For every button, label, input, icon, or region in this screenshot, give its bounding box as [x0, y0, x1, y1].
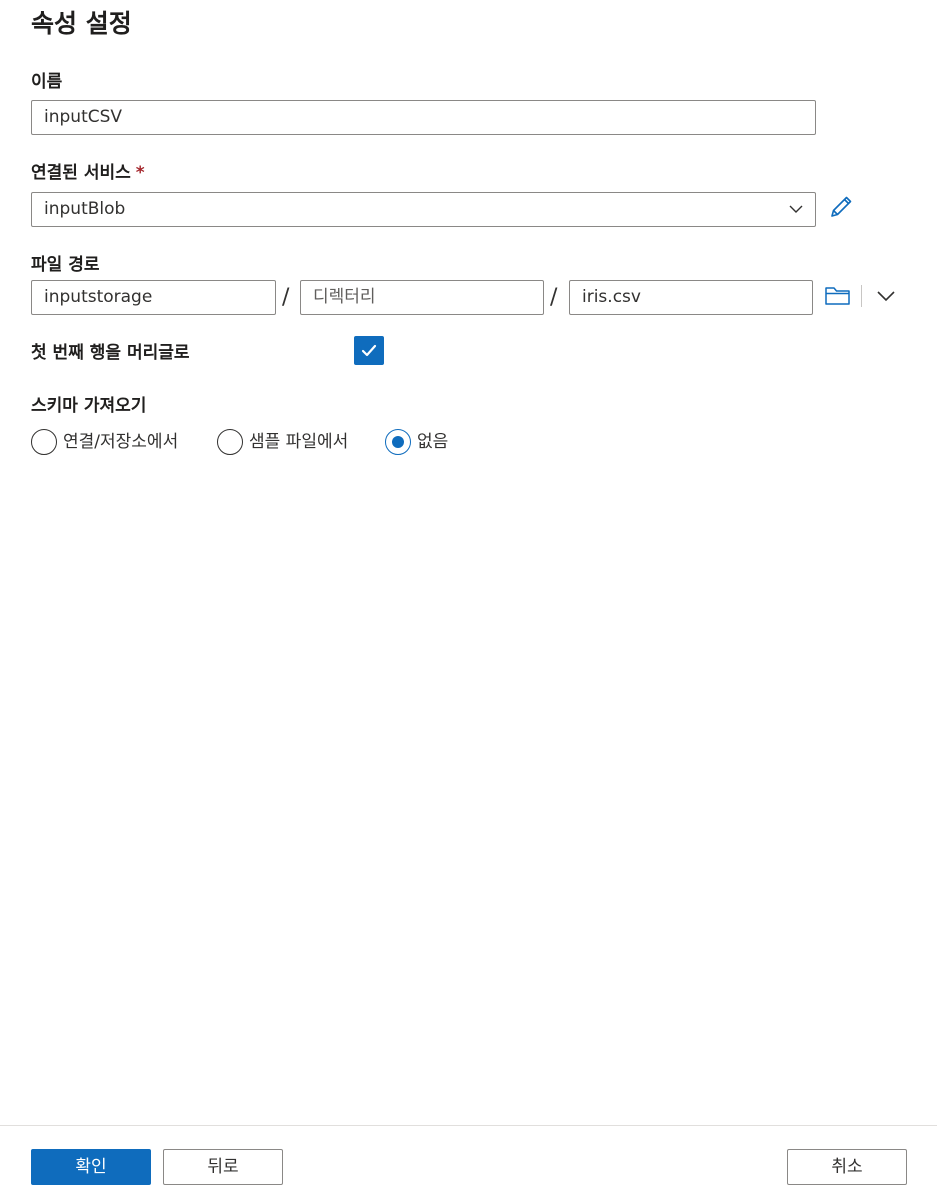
- directory-input-placeholder: 디렉터리: [313, 287, 376, 307]
- radio-button-selected: [385, 429, 411, 455]
- container-input-value: inputstorage: [44, 287, 153, 307]
- radio-dot: [392, 436, 404, 448]
- path-separator: /: [550, 285, 558, 310]
- import-schema-label: 스키마 가져오기: [31, 396, 147, 416]
- folder-icon[interactable]: [824, 284, 851, 308]
- linked-service-dropdown[interactable]: inputBlob: [31, 192, 816, 227]
- radio-label: 샘플 파일에서: [249, 432, 349, 452]
- directory-input[interactable]: 디렉터리: [300, 280, 544, 315]
- name-label: 이름: [31, 72, 63, 92]
- radio-label: 없음: [417, 432, 449, 452]
- checkmark-icon: [361, 344, 377, 357]
- linked-service-selected-value: inputBlob: [44, 199, 126, 219]
- radio-from-connection-store[interactable]: 연결/저장소에서: [31, 428, 203, 456]
- set-properties-panel: 속성 설정 이름 inputCSV 연결된 서비스 * inputBlob 파일 …: [0, 0, 937, 1204]
- chevron-down-icon[interactable]: [876, 289, 896, 303]
- cancel-button[interactable]: 취소: [787, 1149, 907, 1185]
- linked-service-label-text: 연결된 서비스: [31, 163, 131, 183]
- path-separator: /: [282, 285, 290, 310]
- radio-button: [217, 429, 243, 455]
- name-input[interactable]: inputCSV: [31, 100, 816, 135]
- first-row-header-checkbox[interactable]: [354, 336, 384, 365]
- file-path-label: 파일 경로: [31, 255, 100, 275]
- required-indicator: *: [135, 163, 145, 183]
- pencil-icon[interactable]: [828, 194, 854, 220]
- panel-title: 속성 설정: [31, 9, 132, 38]
- radio-label: 연결/저장소에서: [63, 432, 179, 452]
- file-name-input-value: iris.csv: [582, 287, 641, 307]
- radio-none[interactable]: 없음: [385, 428, 465, 456]
- radio-button: [31, 429, 57, 455]
- first-row-header-label: 첫 번째 행을 머리글로: [31, 343, 190, 363]
- file-name-input[interactable]: iris.csv: [569, 280, 813, 315]
- back-button[interactable]: 뒤로: [163, 1149, 283, 1185]
- toolbar-divider: [861, 285, 862, 307]
- name-input-value: inputCSV: [44, 107, 123, 127]
- ok-button[interactable]: 확인: [31, 1149, 151, 1185]
- radio-from-sample-file[interactable]: 샘플 파일에서: [217, 428, 367, 456]
- linked-service-label: 연결된 서비스 *: [31, 161, 145, 185]
- footer-divider: [0, 1125, 937, 1126]
- chevron-down-icon: [789, 205, 803, 213]
- container-input[interactable]: inputstorage: [31, 280, 276, 315]
